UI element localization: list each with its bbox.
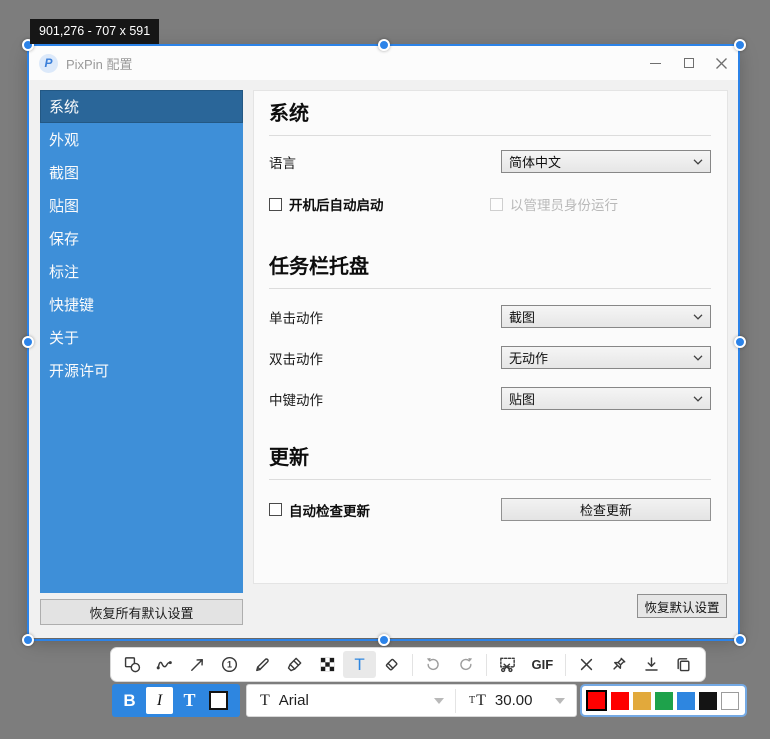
toolbar-divider: [486, 654, 487, 676]
selection-info-badge: 901,276 - 707 x 591: [30, 19, 159, 44]
color-swatch-blue[interactable]: [677, 692, 695, 710]
font-settings-group: T Arial T T 30.00: [246, 684, 577, 717]
selection-handle-top[interactable]: [378, 39, 390, 51]
annotation-toolbar: 1 T: [110, 647, 706, 682]
color-swatch-current[interactable]: [586, 690, 607, 711]
polyline-icon: [155, 655, 174, 674]
font-size-icon: T: [469, 695, 475, 706]
text-tool-button[interactable]: T: [343, 651, 375, 678]
selection-region[interactable]: [27, 44, 740, 641]
color-palette: [580, 684, 747, 717]
marker-icon: [285, 655, 304, 674]
font-family-value: Arial: [279, 692, 309, 709]
gif-label[interactable]: GIF: [524, 657, 561, 672]
number-marker-tool-button[interactable]: 1: [213, 651, 245, 678]
toolbar-divider: [565, 654, 566, 676]
screenshot-capture-overlay: 901,276 - 707 x 591 P PixPin 配置 系统 外观 截图…: [0, 0, 770, 739]
shape-icon: [123, 655, 142, 674]
selection-handle-right[interactable]: [734, 336, 746, 348]
copy-button[interactable]: [667, 651, 699, 678]
arrow-icon: [188, 655, 207, 674]
pin-icon: [609, 655, 628, 674]
pencil-icon: [253, 655, 272, 674]
color-swatch-black[interactable]: [699, 692, 717, 710]
dropdown-caret-icon: [434, 698, 444, 704]
eraser-tool-button[interactable]: [376, 651, 408, 678]
number-marker-icon: 1: [220, 655, 239, 674]
selection-handle-bottom-right[interactable]: [734, 634, 746, 646]
undo-icon: [424, 655, 443, 674]
marker-tool-button[interactable]: [278, 651, 310, 678]
color-swatch-green[interactable]: [655, 692, 673, 710]
text-tool-icon: T: [354, 655, 364, 675]
color-swatch-red[interactable]: [611, 692, 629, 710]
bold-toggle[interactable]: B: [116, 687, 143, 714]
undo-button[interactable]: [417, 651, 449, 678]
pencil-tool-button[interactable]: [246, 651, 278, 678]
save-button[interactable]: [635, 651, 667, 678]
text-fill-color-swatch[interactable]: [209, 691, 228, 710]
font-size-icon: T: [476, 692, 486, 710]
selection-handle-bottom[interactable]: [378, 634, 390, 646]
gif-region-tool-button[interactable]: [491, 651, 523, 678]
pin-to-screen-button[interactable]: [602, 651, 634, 678]
mosaic-tool-button[interactable]: [311, 651, 343, 678]
arrow-tool-button[interactable]: [181, 651, 213, 678]
italic-toggle[interactable]: I: [146, 687, 173, 714]
selection-handle-bottom-left[interactable]: [22, 634, 34, 646]
color-swatch-white[interactable]: [721, 692, 739, 710]
mosaic-icon: [318, 655, 337, 674]
close-x-icon: [577, 655, 596, 674]
text-outline-style-toggle[interactable]: T: [176, 687, 203, 714]
toolbar-divider: [412, 654, 413, 676]
font-family-icon: T: [260, 692, 270, 710]
color-swatch-gold[interactable]: [633, 692, 651, 710]
font-family-select[interactable]: T Arial: [247, 692, 455, 710]
svg-text:1: 1: [227, 660, 232, 670]
eraser-icon: [382, 655, 401, 674]
dropdown-caret-icon: [555, 698, 565, 704]
font-size-value: 30.00: [495, 692, 533, 709]
redo-button[interactable]: [450, 651, 482, 678]
download-icon: [642, 655, 661, 674]
font-size-select[interactable]: T T 30.00: [456, 692, 576, 710]
cancel-capture-button[interactable]: [570, 651, 602, 678]
text-style-group: B I T: [112, 684, 240, 717]
copy-icon: [674, 655, 693, 674]
selection-handle-left[interactable]: [22, 336, 34, 348]
redo-icon: [456, 655, 475, 674]
polyline-tool-button[interactable]: [148, 651, 180, 678]
selection-handle-top-right[interactable]: [734, 39, 746, 51]
shape-tool-button[interactable]: [116, 651, 148, 678]
gif-region-icon: [498, 655, 517, 674]
